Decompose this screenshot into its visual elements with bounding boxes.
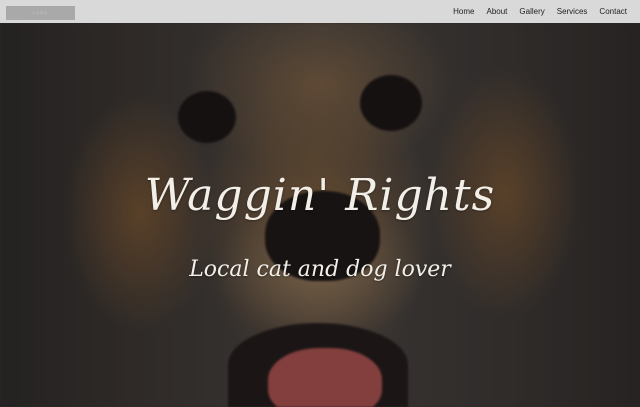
site-logo[interactable]: LOGO [6, 6, 75, 20]
nav-link-home[interactable]: Home [447, 0, 480, 23]
nav-link-services[interactable]: Services [551, 0, 594, 23]
hero-title: Waggin' Rights [144, 170, 496, 221]
hero-subtitle: Local cat and dog lover [189, 257, 451, 282]
top-navigation-bar: LOGO Home About Gallery Services Contact [0, 0, 640, 23]
nav-link-about[interactable]: About [480, 0, 513, 23]
nav-link-contact[interactable]: Contact [593, 0, 633, 23]
nav-link-gallery[interactable]: Gallery [513, 0, 550, 23]
main-nav: Home About Gallery Services Contact [447, 0, 633, 23]
